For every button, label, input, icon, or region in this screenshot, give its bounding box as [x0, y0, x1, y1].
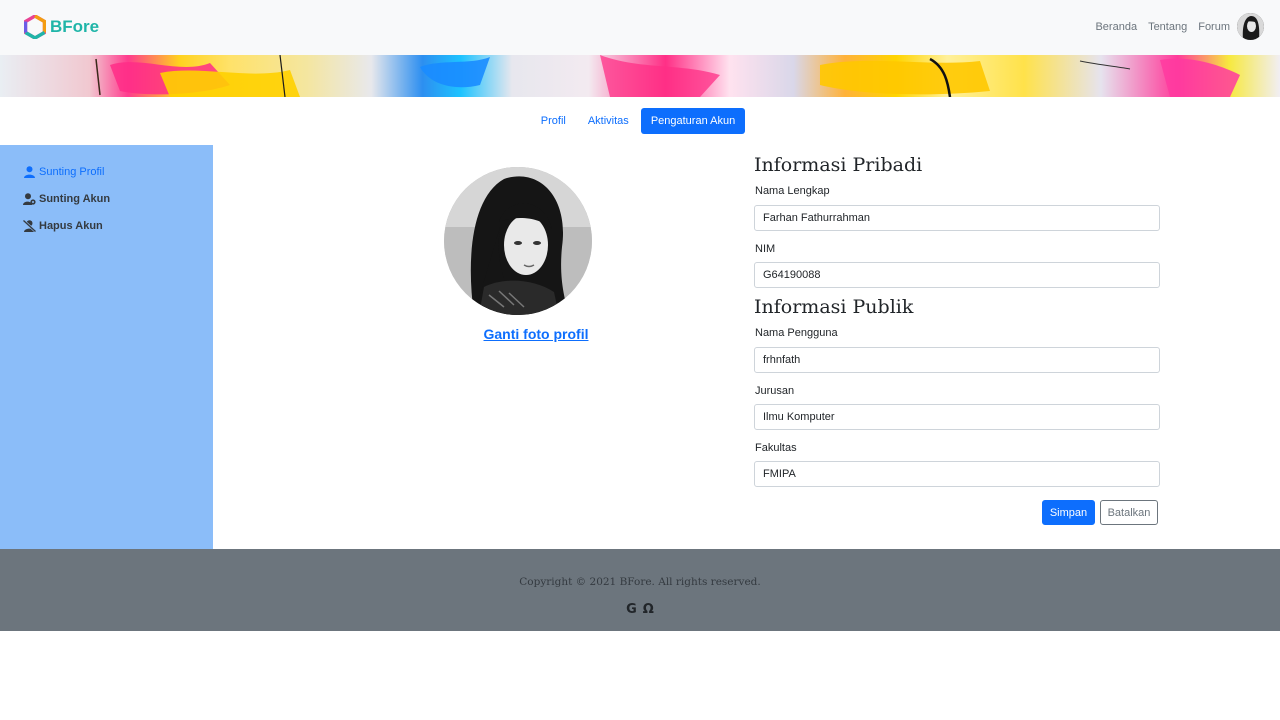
header-banner: [0, 55, 1280, 97]
cancel-button[interactable]: Batalkan: [1100, 500, 1158, 525]
faculty-field[interactable]: [754, 461, 1160, 487]
user-slash-icon: [23, 220, 36, 232]
omega-icon[interactable]: Ω: [643, 602, 654, 617]
user-icon: [24, 166, 35, 178]
profile-photo: [444, 167, 592, 315]
nav-link-beranda[interactable]: Beranda: [1095, 21, 1137, 33]
tab-aktivitas[interactable]: Aktivitas: [578, 108, 639, 134]
brand-logo-icon: [24, 15, 46, 39]
settings-sidebar: Sunting Profil Sunting Akun Hapus Akun: [0, 145, 213, 549]
brand[interactable]: BFore: [24, 14, 99, 40]
sidebar-item-label: Hapus Akun: [39, 220, 103, 232]
save-button[interactable]: Simpan: [1042, 500, 1095, 525]
profile-photo-image: [444, 167, 592, 315]
nav-link-tentang[interactable]: Tentang: [1148, 21, 1187, 33]
user-cog-icon: [23, 193, 36, 205]
user-avatar[interactable]: [1237, 13, 1264, 40]
public-info-title: Informasi Publik: [754, 296, 914, 318]
sidebar-item-hapus-akun[interactable]: Hapus Akun: [23, 218, 103, 234]
tab-profil[interactable]: Profil: [531, 108, 576, 134]
full-name-label: Nama Lengkap: [755, 185, 830, 197]
google-icon[interactable]: G: [626, 602, 637, 617]
avatar-photo-icon: [1237, 13, 1264, 40]
nav-links: Beranda Tentang Forum: [1084, 13, 1264, 40]
navbar: BFore Beranda Tentang Forum: [0, 0, 1280, 55]
sidebar-item-label: Sunting Profil: [39, 166, 105, 178]
major-label: Jurusan: [755, 385, 795, 397]
username-field[interactable]: [754, 347, 1160, 373]
paint-splash-image: [95, 55, 1240, 97]
nim-field[interactable]: [754, 262, 1160, 288]
sidebar-item-label: Sunting Akun: [39, 193, 111, 205]
brand-name: BFore: [50, 17, 100, 36]
tab-pengaturan-akun[interactable]: Pengaturan Akun: [640, 108, 746, 134]
faculty-label: Fakultas: [755, 442, 797, 454]
nim-label: NIM: [755, 243, 776, 255]
footer: Copyright © 2021 BFore. All rights reser…: [0, 549, 1280, 631]
sidebar-item-sunting-akun[interactable]: Sunting Akun: [23, 191, 110, 207]
private-info-title: Informasi Pribadi: [754, 154, 923, 176]
full-name-field[interactable]: [754, 205, 1160, 231]
major-field[interactable]: [754, 404, 1160, 430]
footer-social-icons: G Ω: [0, 602, 1280, 617]
copyright-text: Copyright © 2021 BFore. All rights reser…: [519, 576, 761, 588]
sidebar-item-sunting-profil[interactable]: Sunting Profil: [23, 164, 104, 180]
username-label: Nama Pengguna: [755, 327, 838, 339]
nav-link-forum[interactable]: Forum: [1198, 21, 1230, 33]
profile-tabs: Profil Aktivitas Pengaturan Akun: [0, 108, 1280, 134]
change-photo-link[interactable]: Ganti foto profil: [436, 326, 636, 342]
